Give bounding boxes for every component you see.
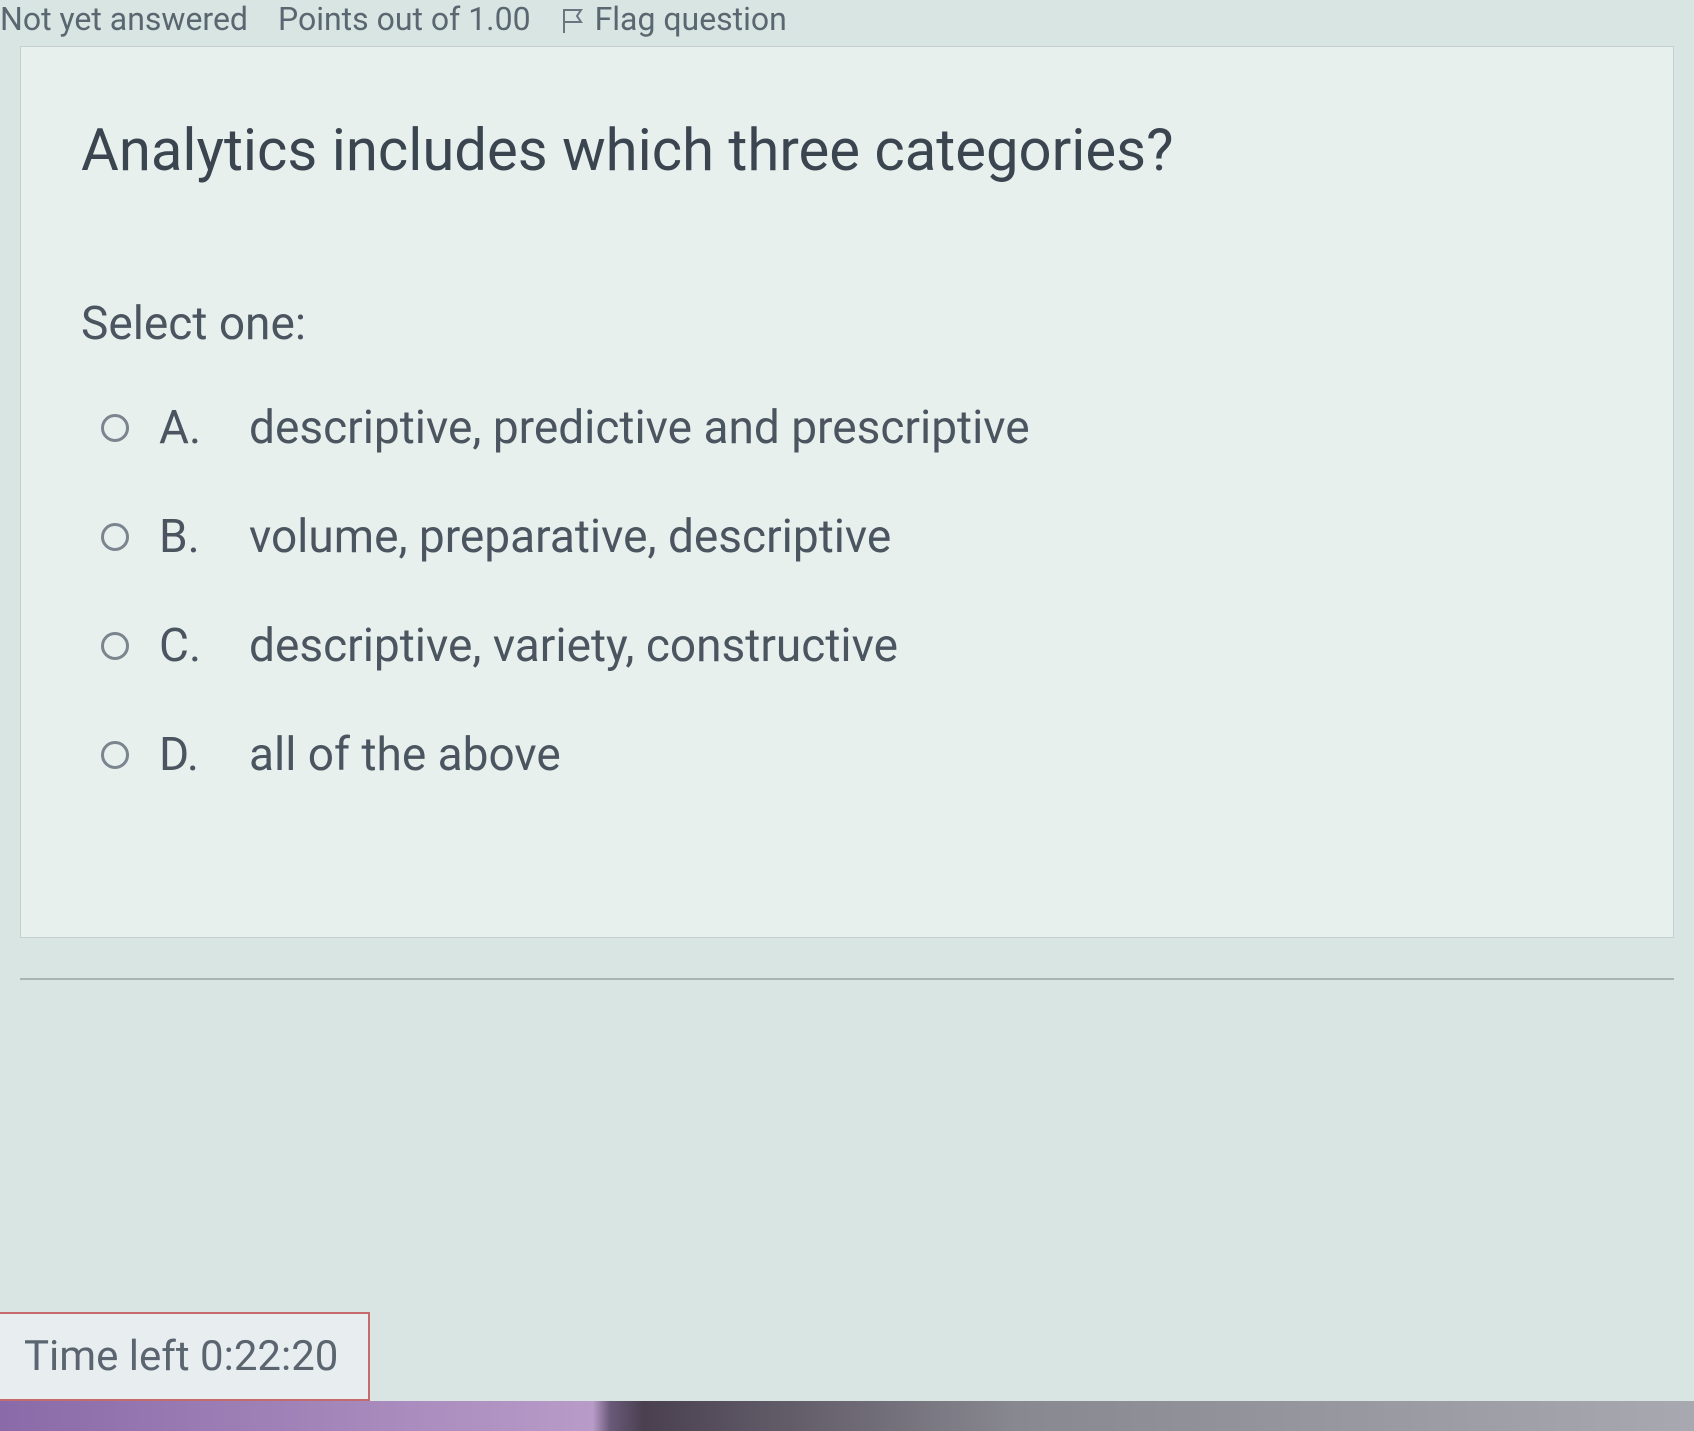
timer-label: Time left 0:22:20 [24, 1332, 338, 1381]
option-letter: C. [159, 619, 209, 673]
question-meta-bar: Not yet answered Points out of 1.00 Flag… [0, 0, 1694, 46]
question-card: Analytics includes which three categorie… [20, 46, 1674, 938]
option-letter: B. [159, 510, 209, 564]
option-letter: D. [159, 728, 209, 782]
question-title: Analytics includes which three categorie… [81, 117, 1613, 187]
options-list: A. descriptive, predictive and prescript… [81, 401, 1613, 782]
option-text: all of the above [249, 728, 1613, 782]
option-a[interactable]: A. descriptive, predictive and prescript… [101, 401, 1613, 455]
option-d[interactable]: D. all of the above [101, 728, 1613, 782]
option-b[interactable]: B. volume, preparative, descriptive [101, 510, 1613, 564]
radio-b[interactable] [101, 523, 129, 551]
radio-d[interactable] [101, 741, 129, 769]
answer-status: Not yet answered [0, 0, 248, 38]
select-one-label: Select one: [81, 297, 1613, 351]
flag-icon [561, 5, 585, 33]
flag-question-link[interactable]: Flag question [561, 0, 787, 38]
flag-label: Flag question [595, 0, 787, 38]
option-text: descriptive, variety, constructive [249, 619, 1613, 673]
points-label: Points out of 1.00 [278, 0, 531, 38]
option-letter: A. [159, 401, 209, 455]
option-text: descriptive, predictive and prescriptive [249, 401, 1613, 455]
timer-box: Time left 0:22:20 [0, 1312, 370, 1401]
option-c[interactable]: C. descriptive, variety, constructive [101, 619, 1613, 673]
section-divider [20, 978, 1674, 980]
radio-a[interactable] [101, 414, 129, 442]
radio-c[interactable] [101, 632, 129, 660]
option-text: volume, preparative, descriptive [249, 510, 1613, 564]
bottom-decorative-strip [0, 1401, 1694, 1431]
